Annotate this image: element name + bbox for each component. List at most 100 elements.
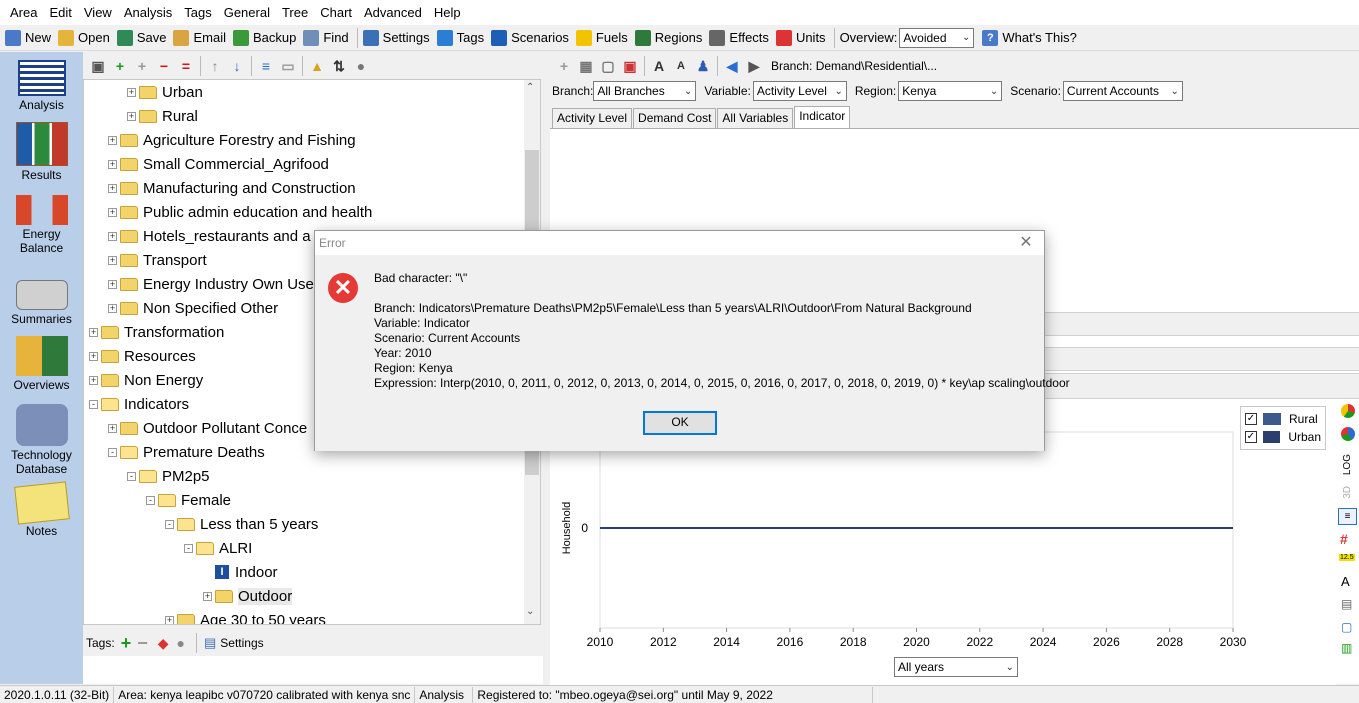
collapse-icon[interactable]: - — [184, 543, 193, 553]
ok-button[interactable]: OK — [643, 411, 717, 435]
tree-node[interactable]: + Non Specified Other — [108, 296, 278, 320]
font-larger-icon[interactable]: A — [651, 58, 667, 74]
menu-edit[interactable]: Edit — [43, 0, 77, 25]
export-icon[interactable]: ▥ — [1341, 641, 1352, 655]
expand-icon[interactable]: + — [108, 255, 117, 265]
tree-node[interactable]: - Less than 5 years — [165, 512, 318, 536]
table-view-icon[interactable]: ≡ — [1338, 508, 1357, 525]
backup-button[interactable]: Backup — [231, 26, 301, 50]
people-icon[interactable]: ♟ — [695, 58, 711, 74]
tree-node[interactable]: + Manufacturing and Construction — [108, 176, 356, 200]
outline-icon[interactable]: ≡ — [258, 58, 274, 74]
collapse-icon[interactable]: - — [89, 399, 98, 409]
folder-icon[interactable]: ▭ — [280, 58, 296, 74]
color-scheme-icon[interactable] — [1341, 427, 1355, 441]
variable-select[interactable]: Activity Level ⌄ — [752, 81, 847, 101]
tree-node[interactable]: + Rural — [127, 104, 198, 128]
delete-branch-icon[interactable]: − — [156, 58, 172, 74]
save-chart-icon[interactable]: ▣ — [622, 58, 638, 74]
tree-node[interactable]: - Premature Deaths — [108, 440, 265, 464]
scenario-select[interactable]: Current Accounts ⌄ — [1062, 81, 1183, 101]
data-labels-badge[interactable]: 12.5 — [1339, 554, 1355, 561]
expand-icon[interactable]: + — [127, 111, 136, 121]
expand-icon[interactable]: + — [108, 279, 117, 289]
find-button[interactable]: Find — [301, 26, 353, 50]
expand-icon[interactable]: + — [108, 231, 117, 241]
back-arrow-icon[interactable]: ◀ — [724, 58, 740, 74]
tree-node[interactable]: + Outdoor — [203, 584, 293, 608]
add-icon[interactable]: + — [556, 58, 572, 74]
branch-select[interactable]: All Branches ⌄ — [593, 81, 697, 101]
tab-all-variables[interactable]: All Variables — [717, 108, 794, 128]
tags-button[interactable]: Tags — [435, 26, 489, 50]
menu-analysis[interactable]: Analysis — [118, 0, 178, 25]
tree-node[interactable]: + Transport — [108, 248, 207, 272]
scroll-up-arrow[interactable]: ⌃ — [526, 82, 534, 93]
tree-node[interactable]: + Public admin education and health — [108, 200, 372, 224]
effects-button[interactable]: Effects — [707, 26, 774, 50]
tag-colors-icon[interactable]: ◆ — [158, 635, 169, 652]
grid-icon[interactable]: ▦ — [578, 58, 594, 74]
sidebar-item-energy-balance[interactable]: Energy Balance — [0, 195, 83, 255]
expand-icon[interactable]: + — [89, 351, 98, 361]
expand-icon[interactable]: + — [89, 327, 98, 337]
sidebar-item-technology-database[interactable]: Technology Database — [0, 404, 83, 476]
expand-icon[interactable]: + — [127, 87, 136, 97]
tree-node[interactable]: + Age 30 to 50 years — [165, 608, 326, 624]
expand-icon[interactable]: + — [108, 135, 117, 145]
collapse-icon[interactable]: - — [127, 471, 136, 481]
tree-node[interactable]: - PM2p5 — [127, 464, 210, 488]
tag-settings-button[interactable]: Settings — [220, 636, 263, 650]
close-icon[interactable]: ✕ — [1016, 233, 1036, 253]
pie-chart-icon[interactable] — [1341, 404, 1355, 418]
menu-area[interactable]: Area — [4, 0, 43, 25]
menu-advanced[interactable]: Advanced — [358, 0, 428, 25]
tree-node[interactable]: + Transformation — [89, 320, 224, 344]
expand-icon[interactable]: + — [89, 375, 98, 385]
legend-entry[interactable]: ✓ Urban — [1245, 428, 1321, 446]
units-button[interactable]: Units — [774, 26, 831, 50]
menu-general[interactable]: General — [218, 0, 276, 25]
tree-node[interactable]: I Indoor — [203, 560, 278, 584]
grid-lines-icon[interactable]: # — [1340, 531, 1348, 547]
expand-icon[interactable]: + — [165, 615, 174, 624]
menu-tree[interactable]: Tree — [276, 0, 314, 25]
tab-activity-level[interactable]: Activity Level — [552, 108, 633, 128]
tree-node[interactable]: + Urban — [127, 80, 203, 104]
collapse-icon[interactable]: - — [146, 495, 155, 505]
tag-hand-icon[interactable]: ● — [177, 635, 185, 651]
collapse-icon[interactable]: - — [108, 447, 117, 457]
expand-icon[interactable]: + — [203, 591, 212, 601]
delete-multiple-icon[interactable]: = — [178, 58, 194, 74]
log-scale-toggle[interactable]: LOG — [1342, 454, 1353, 475]
add-multiple-icon[interactable]: + — [134, 58, 150, 74]
print-icon[interactable]: ▤ — [1341, 597, 1352, 611]
sidebar-item-notes[interactable]: Notes — [0, 481, 83, 538]
tree-node[interactable]: - ALRI — [184, 536, 252, 560]
checkbox[interactable]: ✓ — [1245, 431, 1257, 443]
fuels-button[interactable]: Fuels — [574, 26, 633, 50]
remove-tag-icon[interactable]: − — [137, 633, 148, 654]
forward-arrow-icon[interactable]: ▶ — [746, 58, 762, 74]
tree-node[interactable]: + Agriculture Forestry and Fishing — [108, 128, 356, 152]
menu-chart[interactable]: Chart — [314, 0, 358, 25]
checkbox[interactable]: ✓ — [1245, 413, 1257, 425]
menu-tags[interactable]: Tags — [178, 0, 217, 25]
scenarios-button[interactable]: Scenarios — [489, 26, 574, 50]
settings-button[interactable]: Settings — [361, 26, 435, 50]
overview-select[interactable]: Avoided ⌄ — [899, 27, 975, 48]
tree-node[interactable]: + Resources — [89, 344, 196, 368]
menu-view[interactable]: View — [78, 0, 118, 25]
open-button[interactable]: Open — [56, 26, 115, 50]
new-button[interactable]: New — [3, 26, 56, 50]
font-smaller-icon[interactable]: A — [673, 58, 689, 74]
move-down-icon[interactable]: ↓ — [229, 58, 245, 74]
expand-icon[interactable]: + — [108, 207, 117, 217]
axis-icon[interactable]: A — [1341, 574, 1350, 589]
tab-demand-cost[interactable]: Demand Cost — [633, 108, 717, 128]
expand-icon[interactable]: + — [108, 183, 117, 193]
tab-indicator[interactable]: Indicator — [794, 106, 851, 128]
tree-node[interactable]: + Non Energy — [89, 368, 203, 392]
add-branch-icon[interactable]: + — [112, 58, 128, 74]
region-select[interactable]: Kenya ⌄ — [898, 81, 1003, 101]
